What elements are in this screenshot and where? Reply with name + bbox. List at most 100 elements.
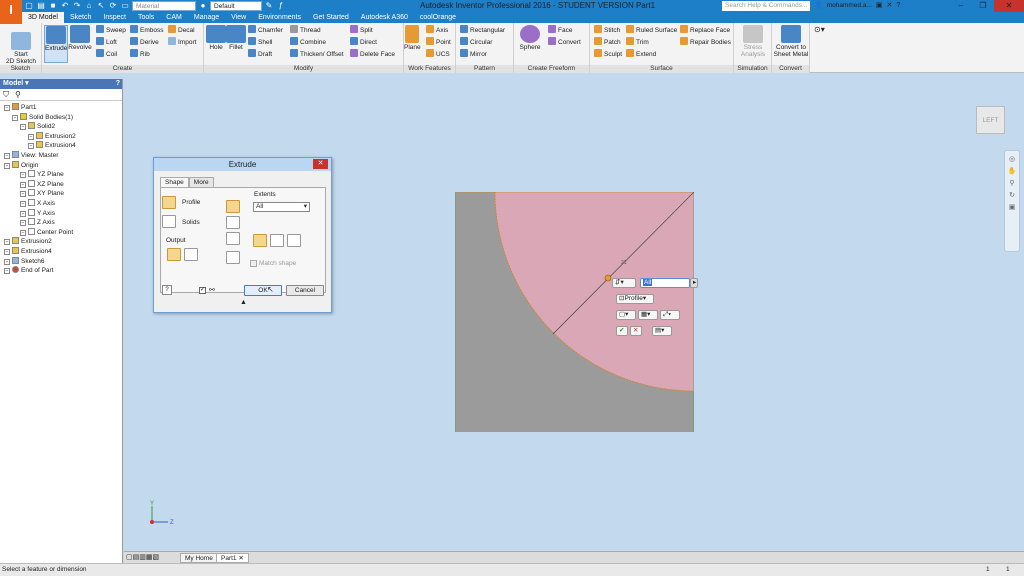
extend-button[interactable]: Extend bbox=[626, 49, 656, 59]
look-at-icon[interactable]: ▣ bbox=[1009, 203, 1016, 211]
tree-item[interactable]: − Sketch6 bbox=[4, 256, 45, 266]
hole-button[interactable]: Hole bbox=[206, 25, 226, 51]
browser-header[interactable]: Model ▾ ? bbox=[0, 79, 122, 89]
expand-toggle-icon[interactable]: − bbox=[20, 181, 26, 188]
fillet-button[interactable]: Fillet bbox=[226, 25, 246, 51]
tree-item[interactable]: − Z Axis bbox=[20, 218, 55, 227]
ribbon-tab-coolorange[interactable]: coolOrange bbox=[413, 12, 463, 23]
cancel-icon[interactable]: ✕ bbox=[630, 326, 642, 336]
tree-item[interactable]: − Center Point bbox=[20, 227, 73, 237]
revolve-button[interactable]: Revolve bbox=[68, 25, 92, 51]
orbit-icon[interactable]: ↻ bbox=[1009, 191, 1015, 199]
fx-icon[interactable]: ƒ bbox=[276, 1, 286, 11]
output-dropdown[interactable]: ▢▾ bbox=[616, 310, 636, 320]
sculpt-button[interactable]: Sculpt bbox=[594, 49, 622, 59]
operation-dropdown[interactable]: ▦▾ bbox=[638, 310, 658, 320]
patch-button[interactable]: Patch bbox=[594, 37, 621, 47]
cart-icon[interactable]: ▣ bbox=[876, 1, 883, 9]
cut-button[interactable] bbox=[226, 216, 240, 229]
extrude-button[interactable]: Extrude bbox=[44, 25, 68, 63]
direction-dropdown[interactable]: ⇵▾ bbox=[612, 278, 636, 288]
ribbon-tab-environments[interactable]: Environments bbox=[252, 12, 307, 23]
tree-item[interactable]: − Extrusion2 bbox=[28, 131, 76, 141]
combine-button[interactable]: Combine bbox=[290, 37, 326, 47]
tree-item[interactable]: − Part1 bbox=[4, 103, 37, 112]
extent-manipulator[interactable] bbox=[604, 274, 612, 282]
shell-button[interactable]: Shell bbox=[248, 37, 272, 47]
rectangular-button[interactable]: Rectangular bbox=[460, 25, 505, 35]
plane-button[interactable]: Plane bbox=[404, 25, 421, 51]
expand-toggle-icon[interactable]: − bbox=[20, 210, 26, 217]
emboss-button[interactable]: Emboss bbox=[130, 25, 163, 35]
close-icon[interactable]: ✕ bbox=[994, 0, 1024, 12]
tab-close-icon[interactable]: ✕ bbox=[238, 555, 243, 562]
tree-item[interactable]: − Origin bbox=[4, 160, 38, 170]
user-name[interactable]: mohammed.a... bbox=[827, 2, 872, 9]
intersect-button[interactable] bbox=[226, 232, 240, 245]
user-icon[interactable]: 👤 bbox=[814, 1, 823, 9]
app-logo[interactable]: I bbox=[0, 0, 22, 24]
ruled-surface-button[interactable]: Ruled Surface bbox=[626, 25, 677, 35]
join-button[interactable] bbox=[226, 200, 240, 213]
rib-button[interactable]: Rib bbox=[130, 49, 150, 59]
import-button[interactable]: Import bbox=[168, 37, 196, 47]
start-sketch-button[interactable]: Start 2D Sketch bbox=[4, 25, 38, 65]
expand-toggle-icon[interactable]: − bbox=[4, 162, 10, 169]
solids-select-button[interactable] bbox=[162, 215, 176, 228]
symmetric-button[interactable] bbox=[287, 234, 301, 247]
ribbon-tab-autodesk-a360[interactable]: Autodesk A360 bbox=[354, 12, 414, 23]
save-icon[interactable]: ■ bbox=[48, 1, 58, 11]
extents-select[interactable]: All ▾ bbox=[253, 202, 310, 212]
material-dropdown[interactable]: Material bbox=[132, 1, 196, 11]
tree-item[interactable]: − X Axis bbox=[20, 199, 55, 208]
new-solid-button[interactable] bbox=[226, 251, 240, 264]
find-icon[interactable]: ⚲ bbox=[15, 90, 21, 99]
tree-item[interactable]: − Extrusion4 bbox=[4, 247, 52, 256]
maximize-icon[interactable]: ❐ bbox=[972, 0, 994, 12]
expand-toggle-icon[interactable]: − bbox=[4, 239, 10, 246]
loft-button[interactable]: Loft bbox=[96, 37, 117, 47]
profile-select-button[interactable] bbox=[162, 196, 176, 209]
chamfer-button[interactable]: Chamfer bbox=[248, 25, 283, 35]
thread-button[interactable]: Thread bbox=[290, 25, 321, 35]
direction-2-button[interactable] bbox=[270, 234, 284, 247]
expand-toggle-icon[interactable]: − bbox=[20, 220, 26, 227]
preview-checkbox[interactable]: ✓ bbox=[199, 287, 206, 294]
tab-shape[interactable]: Shape bbox=[160, 177, 189, 187]
zoom-icon[interactable]: ⚲ bbox=[1009, 179, 1014, 187]
appearance-dropdown[interactable]: Default bbox=[210, 1, 262, 11]
direct-button[interactable]: Direct bbox=[350, 37, 377, 47]
filter-icon[interactable]: ⛉ bbox=[3, 90, 9, 100]
sketch-geometry[interactable]: 21 bbox=[455, 192, 694, 432]
sphere-button[interactable]: Sphere bbox=[518, 25, 542, 51]
help-search-input[interactable]: Search Help & Commands... bbox=[722, 1, 810, 11]
ribbon-tab-sketch[interactable]: Sketch bbox=[63, 12, 98, 23]
update-icon[interactable]: ⟳ bbox=[108, 1, 118, 11]
help-icon[interactable]: ? bbox=[116, 79, 120, 89]
decal-button[interactable]: Decal bbox=[168, 25, 195, 35]
delete-face-button[interactable]: Delete Face bbox=[350, 49, 395, 59]
expand-toggle-icon[interactable]: − bbox=[20, 191, 26, 198]
point-button[interactable]: Point bbox=[426, 37, 451, 47]
coil-button[interactable]: Coil bbox=[96, 49, 117, 59]
home-icon[interactable]: ⌂ bbox=[84, 1, 94, 11]
expand-toggle-icon[interactable]: − bbox=[28, 143, 34, 150]
help-icon[interactable]: ? bbox=[896, 2, 900, 9]
apply-icon[interactable]: ✔ bbox=[616, 326, 628, 336]
expand-toggle-icon[interactable]: − bbox=[20, 229, 26, 236]
undo-icon[interactable]: ↶ bbox=[60, 1, 70, 11]
exchange-icon[interactable]: ✕ bbox=[887, 1, 893, 9]
tree-item[interactable]: − XY Plane bbox=[20, 189, 64, 198]
repair-bodies-button[interactable]: Repair Bodies bbox=[680, 37, 731, 47]
new-icon[interactable]: ▢ bbox=[24, 1, 34, 11]
circular-button[interactable]: Circular bbox=[460, 37, 492, 47]
expand-toggle-icon[interactable]: − bbox=[4, 249, 10, 255]
tab-more[interactable]: More bbox=[188, 177, 214, 187]
ribbon-tab-get-started[interactable]: Get Started bbox=[307, 12, 355, 23]
dialog-close-icon[interactable]: ✕ bbox=[313, 159, 328, 169]
stitch-button[interactable]: Stitch bbox=[594, 25, 620, 35]
redo-icon[interactable]: ↷ bbox=[72, 1, 82, 11]
axis-button[interactable]: Axis bbox=[426, 25, 448, 35]
tree-item[interactable]: − XZ Plane bbox=[20, 179, 64, 189]
expand-toggle-icon[interactable]: − bbox=[20, 124, 26, 131]
